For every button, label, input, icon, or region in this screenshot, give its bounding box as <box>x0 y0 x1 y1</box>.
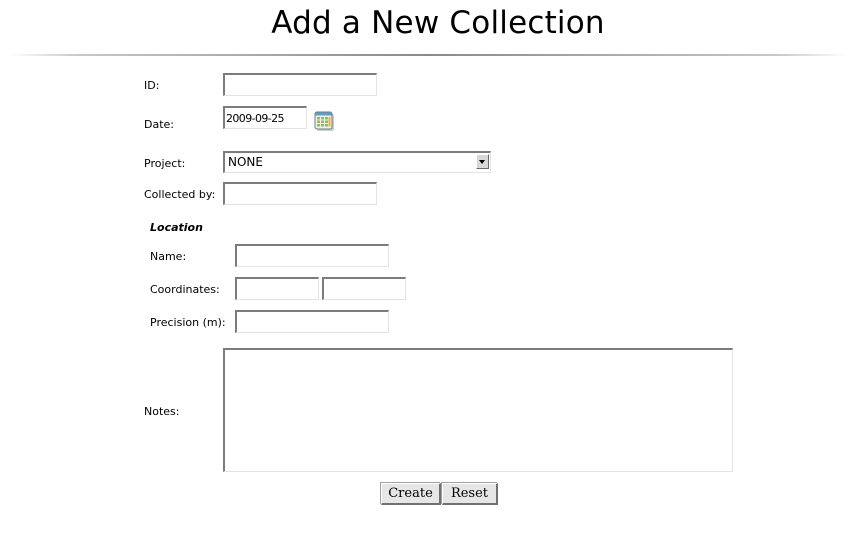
create-button[interactable]: Create <box>381 483 441 505</box>
id-field[interactable] <box>223 73 377 96</box>
project-select[interactable]: NONE <box>223 151 491 173</box>
project-select-value: NONE <box>228 155 263 169</box>
date-field[interactable] <box>223 106 307 129</box>
reset-button[interactable]: Reset <box>442 483 498 505</box>
collected-by-label: Collected by: <box>144 188 216 201</box>
page-title: Add a New Collection <box>271 5 605 41</box>
title-divider <box>10 54 846 56</box>
chevron-down-icon[interactable] <box>476 154 489 169</box>
calendar-icon[interactable] <box>314 111 334 131</box>
location-heading: Location <box>150 221 203 234</box>
precision-label: Precision (m): <box>150 316 226 329</box>
notes-label: Notes: <box>144 405 180 418</box>
location-name-label: Name: <box>150 250 187 263</box>
collected-by-field[interactable] <box>223 182 377 205</box>
coordinates-label: Coordinates: <box>150 283 220 296</box>
precision-field[interactable] <box>235 310 389 333</box>
id-label: ID: <box>144 79 160 92</box>
notes-textarea[interactable] <box>223 348 733 472</box>
coordinates-field-2[interactable] <box>322 277 406 300</box>
date-label: Date: <box>144 118 174 131</box>
coordinates-field-1[interactable] <box>235 277 319 300</box>
project-label: Project: <box>144 157 186 170</box>
location-name-field[interactable] <box>235 244 389 267</box>
